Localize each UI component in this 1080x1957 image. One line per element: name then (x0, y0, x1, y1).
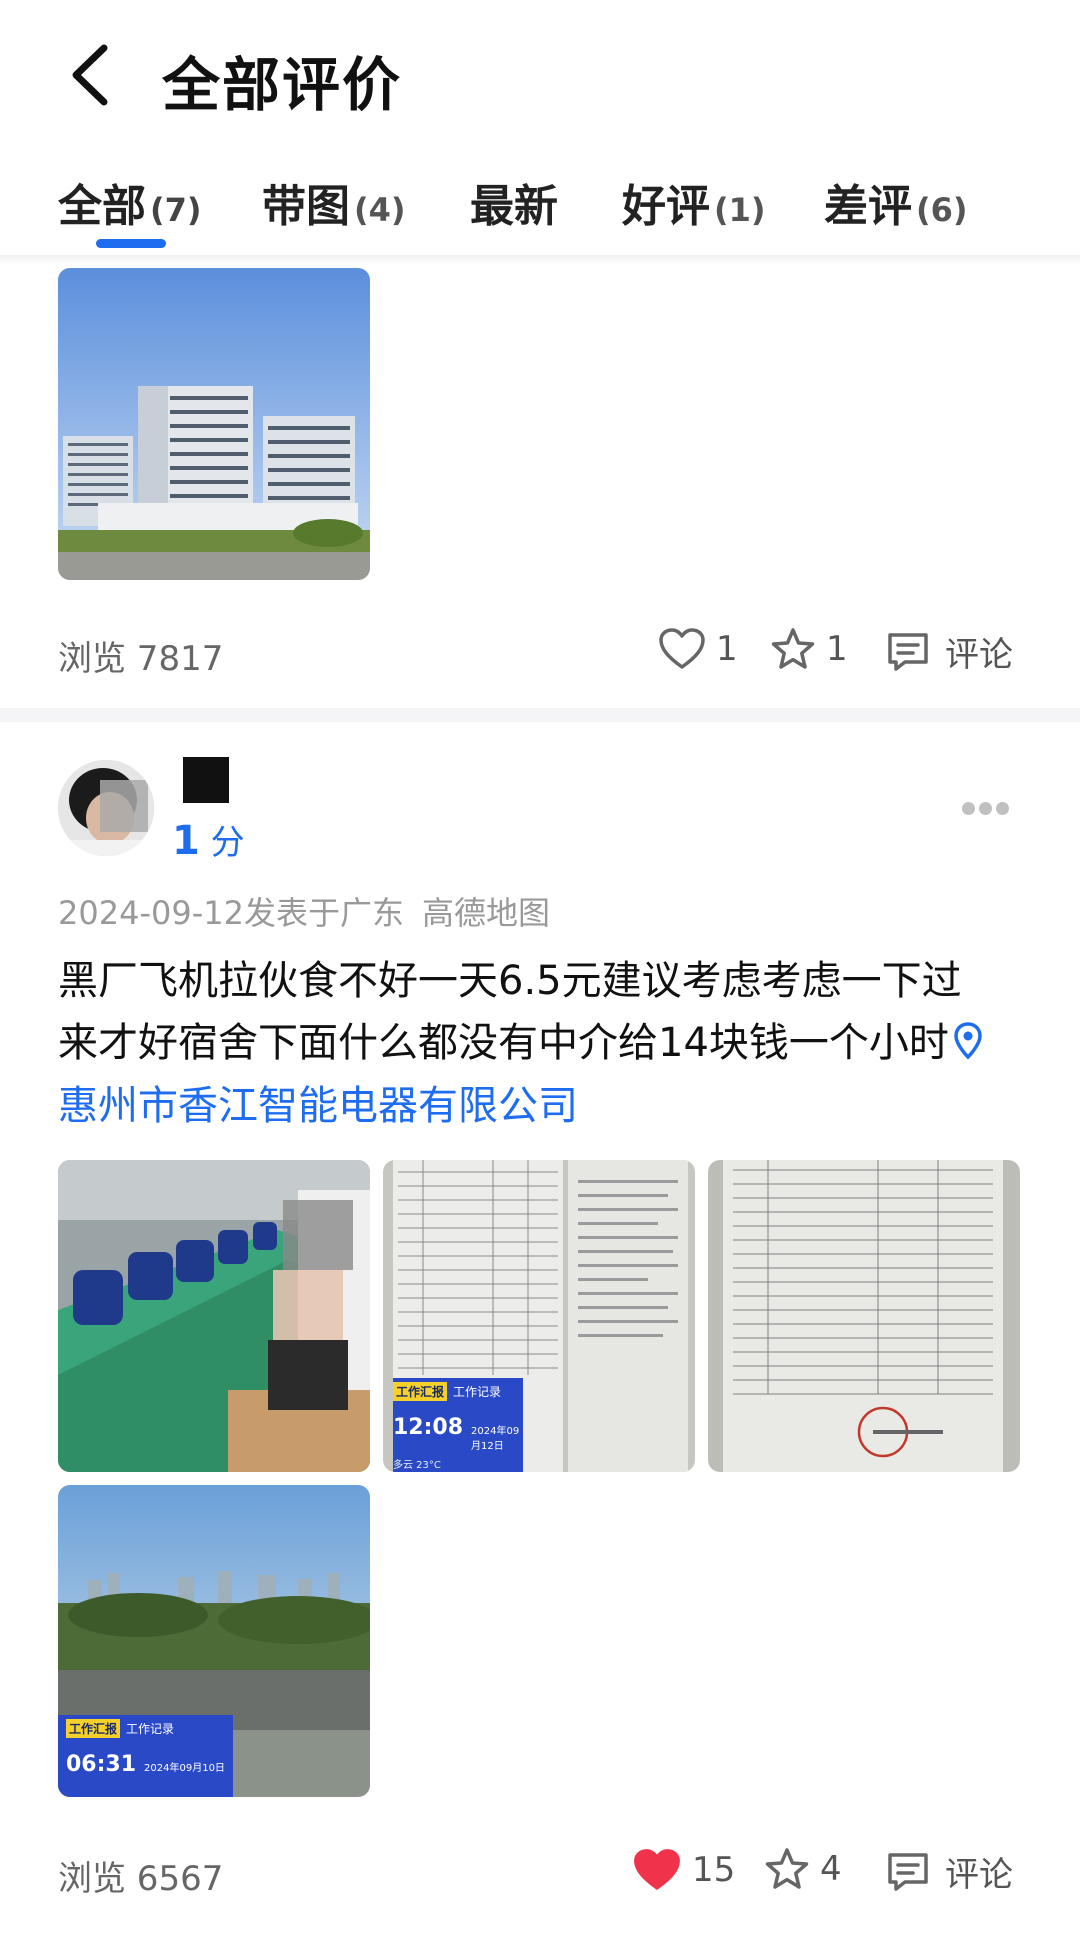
more-dot-icon (962, 801, 975, 815)
map-source: 高德地图 (421, 894, 550, 932)
header: 全部评价 (0, 0, 1080, 150)
tab-label: 最新 (470, 181, 558, 232)
star-outline-icon (771, 628, 815, 669)
like-count: 1 (716, 629, 738, 669)
tab-label: 全部 (58, 181, 146, 232)
username-redacted (183, 757, 229, 803)
post-stats-bar: 浏览 6567 15 4 评论 (0, 1845, 1080, 1905)
like-button[interactable]: 1 (658, 627, 738, 671)
comment-icon (888, 632, 928, 671)
watermark-badge: 工作汇报 (66, 1719, 121, 1738)
page-title: 全部评价 (162, 51, 403, 119)
score-unit: 分 (210, 823, 245, 863)
heart-outline-icon (659, 628, 705, 669)
favorite-button[interactable]: 4 (764, 1847, 842, 1891)
tab-label: 差评 (824, 181, 912, 232)
favorite-count: 1 (826, 629, 848, 669)
tab-count: (1) (714, 191, 766, 229)
review-photo-building[interactable] (58, 268, 370, 580)
company-location-link[interactable]: 惠州市香江智能电器有限公司 (58, 1073, 578, 1131)
watermark-time: 06:31 (66, 1752, 137, 1777)
watermark-tag: 工作记录 (126, 1722, 175, 1736)
tab-with-photos[interactable]: 带图 (4) (262, 170, 406, 234)
review-filter-tabs: 全部 (7) 带图 (4) 最新 好评 (1) 差评 (6) (0, 160, 1080, 255)
chevron-left-icon (72, 44, 108, 106)
comment-button[interactable]: 评论 (885, 1847, 1013, 1896)
favorite-button[interactable]: 1 (770, 627, 848, 671)
review-photo-price-list[interactable] (708, 1160, 1020, 1472)
like-button[interactable]: 15 (632, 1847, 735, 1893)
comment-label: 评论 (945, 635, 1013, 675)
review-photo-landscape[interactable]: 工作汇报 工作记录 06:31 2024年09月10日 (58, 1485, 370, 1797)
header-shadow (0, 255, 1080, 265)
review-text-line-2: 来才好宿舍下面什么都没有中介给14块钱一个小时 (58, 1012, 1048, 1074)
more-dot-icon (979, 801, 992, 815)
tab-label: 好评 (622, 181, 710, 232)
post-divider (0, 708, 1080, 722)
view-count: 浏览 7817 (58, 639, 224, 679)
tab-latest[interactable]: 最新 (470, 170, 558, 234)
score-number: 1 (172, 818, 200, 864)
heart-filled-icon (634, 1849, 680, 1890)
watermark-overlay: 工作汇报 工作记录 12:08 2024年09月12日 多云 23°C (393, 1382, 523, 1471)
rating-score: 1 分 (172, 815, 245, 864)
post-date: 2024-09-12 (58, 894, 244, 932)
tab-count: (6) (916, 191, 968, 229)
watermark-date: 2024年09月12日 (471, 1426, 520, 1452)
more-dot-icon (996, 801, 1009, 815)
review-text-line: 来才好宿舍下面什么都没有中介给14块钱一个小时 (58, 1020, 949, 1066)
post-stats-bar: 浏览 7817 1 1 评论 (0, 625, 1080, 685)
tab-count: (4) (354, 191, 406, 229)
post-location: 发表于广东 (243, 894, 404, 932)
comment-icon (888, 1852, 928, 1891)
tab-negative[interactable]: 差评 (6) (824, 170, 968, 234)
comment-button[interactable]: 评论 (885, 627, 1013, 676)
post-meta: 2024-09-12发表于广东 高德地图 (58, 888, 550, 934)
avatar[interactable] (58, 760, 154, 856)
review-photo-document[interactable]: 工作汇报 工作记录 12:08 2024年09月12日 多云 23°C (383, 1160, 695, 1472)
review-body: 黑厂飞机拉伙食不好一天6.5元建议考虑考虑一下过 来才好宿舍下面什么都没有中介给… (58, 950, 1048, 1074)
review-text-line: 黑厂飞机拉伙食不好一天6.5元建议考虑考虑一下过 (58, 958, 962, 1004)
watermark-date: 2024年09月10日 (144, 1763, 225, 1774)
view-count: 浏览 6567 (58, 1859, 224, 1899)
like-count: 15 (692, 1850, 736, 1890)
more-options-button[interactable] (962, 798, 1012, 818)
tab-count: (7) (150, 191, 202, 229)
comment-label: 评论 (945, 1855, 1013, 1895)
watermark-overlay: 工作汇报 工作记录 06:31 2024年09月10日 (66, 1719, 236, 1777)
back-button[interactable] (62, 40, 122, 110)
watermark-tag: 工作记录 (453, 1385, 502, 1399)
watermark-badge: 工作汇报 (393, 1382, 448, 1401)
review-photo-factory[interactable] (58, 1160, 370, 1472)
star-outline-icon (765, 1848, 809, 1889)
tab-label: 带图 (262, 181, 350, 232)
tab-positive[interactable]: 好评 (1) (622, 170, 766, 234)
active-tab-indicator (96, 239, 166, 248)
watermark-weather: 多云 23°C (393, 1460, 441, 1471)
tab-all[interactable]: 全部 (7) (58, 170, 202, 234)
favorite-count: 4 (820, 1849, 842, 1889)
location-pin-icon (954, 1022, 982, 1060)
watermark-time: 12:08 (393, 1415, 464, 1440)
